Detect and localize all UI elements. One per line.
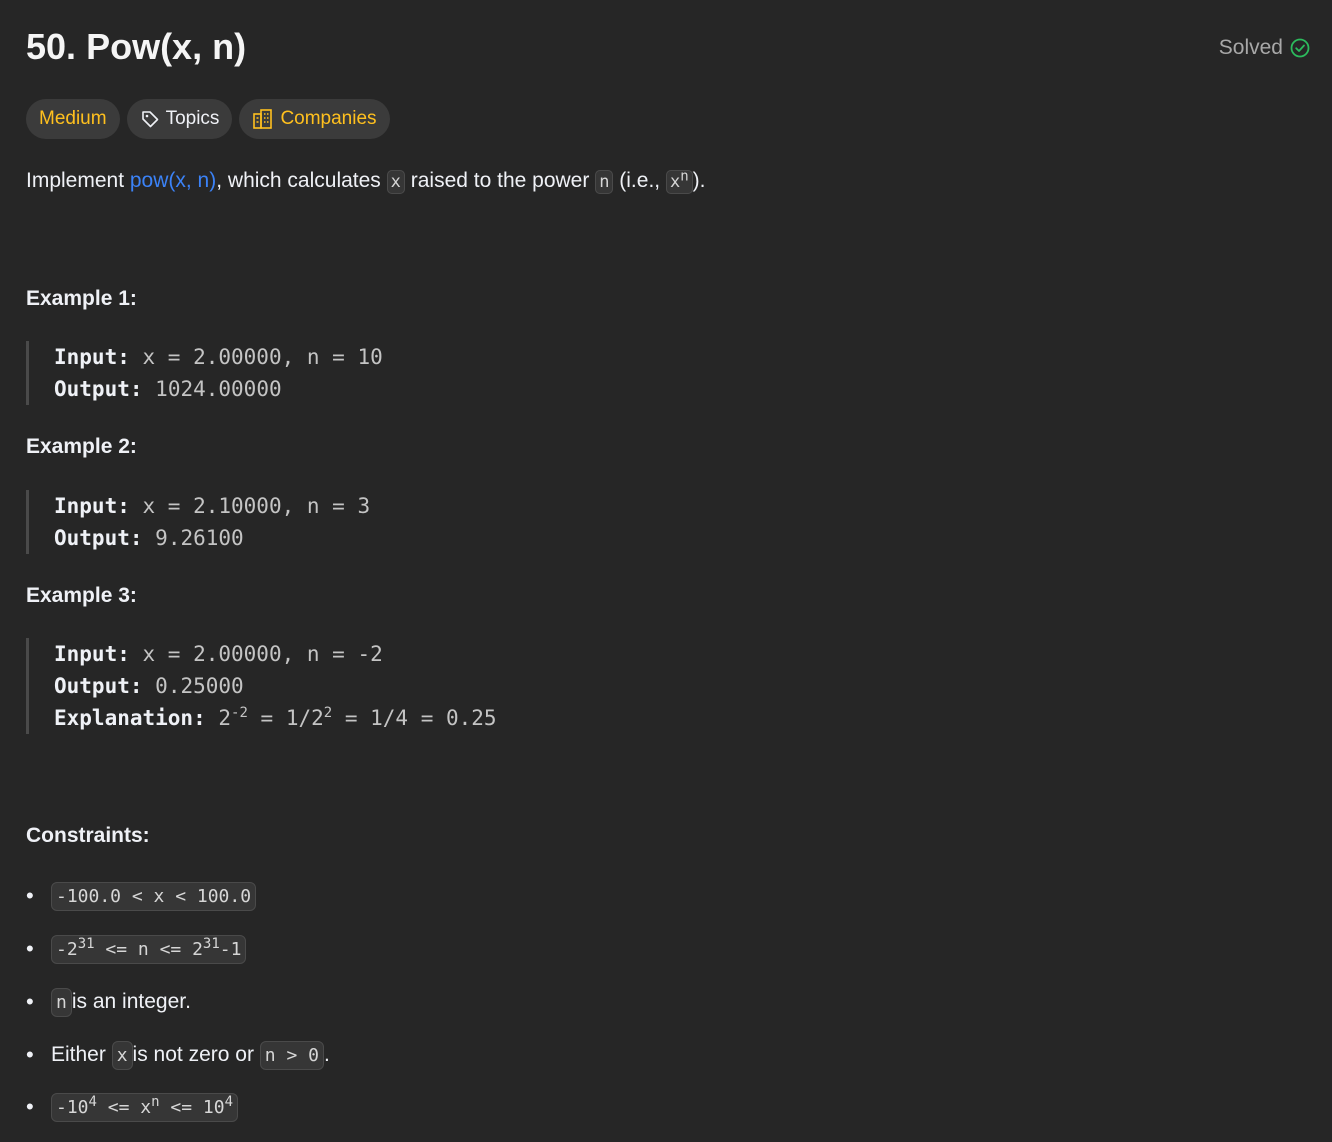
companies-button[interactable]: Companies bbox=[239, 99, 390, 139]
example-1-heading: Example 1: bbox=[26, 287, 137, 310]
problem-title: 50. Pow(x, n) bbox=[26, 26, 247, 67]
solved-label: Solved bbox=[1218, 36, 1283, 59]
example-1-block: Input: x = 2.00000, n = 10 Output: 1024.… bbox=[26, 341, 383, 405]
pow-link[interactable]: pow(x, n) bbox=[130, 169, 216, 192]
code-x: x bbox=[386, 170, 405, 194]
topics-button[interactable]: Topics bbox=[126, 99, 233, 139]
problem-description: Implement pow(x, n), which calculates x … bbox=[26, 168, 706, 194]
tag-icon bbox=[141, 111, 158, 128]
constraint-item: • Either x is not zero or n > 0. bbox=[26, 1037, 330, 1073]
constraints-heading: Constraints: bbox=[26, 824, 150, 847]
constraint-item: • -231 <= n <= 231-1 bbox=[26, 931, 247, 967]
check-circle-icon bbox=[1290, 38, 1310, 58]
building-icon bbox=[253, 109, 273, 129]
solved-status[interactable]: Solved bbox=[1219, 36, 1310, 60]
example-3-block: Input: x = 2.00000, n = -2 Output: 0.250… bbox=[26, 638, 497, 734]
example-3-heading: Example 3: bbox=[26, 584, 137, 607]
code-n: n bbox=[595, 170, 614, 194]
example-2-heading: Example 2: bbox=[26, 435, 137, 458]
constraint-item: • -104 <= xn <= 104 bbox=[26, 1089, 239, 1125]
code-xn: xn bbox=[665, 169, 693, 194]
constraint-item: • n is an integer. bbox=[26, 984, 191, 1020]
difficulty-badge[interactable]: Medium bbox=[26, 99, 120, 139]
constraint-item: • -100.0 < x < 100.0 bbox=[26, 878, 257, 914]
example-2-block: Input: x = 2.10000, n = 3 Output: 9.2610… bbox=[26, 490, 370, 554]
tag-pills: Medium Topics Companies bbox=[26, 99, 390, 139]
